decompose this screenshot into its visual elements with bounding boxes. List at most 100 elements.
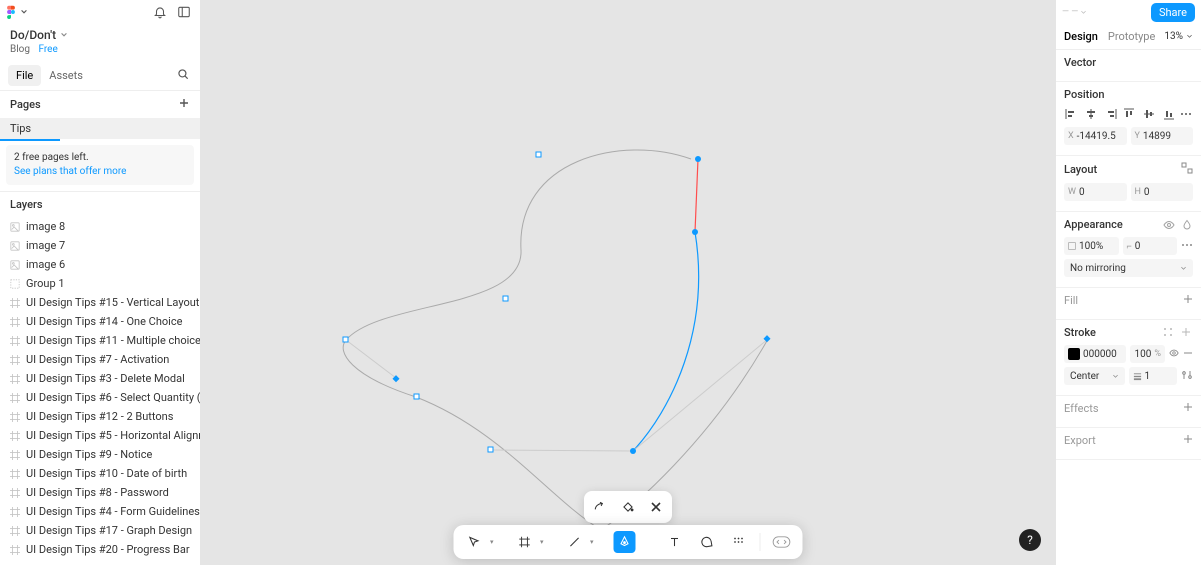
stroke-visible-icon[interactable]	[1169, 348, 1179, 361]
stroke-opacity-field[interactable]: 100%	[1130, 345, 1165, 363]
line-tool-icon[interactable]: ▾	[564, 531, 586, 553]
text-tool-icon[interactable]	[664, 531, 686, 553]
add-stroke-icon[interactable]	[1181, 327, 1193, 339]
frame-tool-icon[interactable]: ▾	[514, 531, 536, 553]
add-effect-icon[interactable]	[1183, 402, 1193, 415]
stroke-position-select[interactable]: Center	[1064, 367, 1125, 385]
layer-item[interactable]: UI Design Tips #14 - One Choice	[0, 312, 200, 331]
move-tool-icon[interactable]: ▾	[464, 531, 486, 553]
layer-item[interactable]: UI Design Tips #7 - Activation	[0, 350, 200, 369]
remove-stroke-icon[interactable]	[1183, 348, 1193, 361]
zoom-level[interactable]: 13%	[1164, 31, 1193, 42]
vector-drawing	[201, 0, 1055, 565]
figma-logo-icon[interactable]	[6, 5, 16, 19]
add-page-icon[interactable]	[178, 97, 190, 112]
dev-mode-icon[interactable]	[771, 531, 793, 553]
layer-item[interactable]: image 7	[0, 236, 200, 255]
mirroring-select[interactable]: No mirroring	[1064, 259, 1193, 277]
layer-item[interactable]: UI Design Tips #12 - 2 Buttons	[0, 407, 200, 426]
chevron-down-icon[interactable]	[20, 6, 28, 19]
stroke-style-icon[interactable]	[1163, 327, 1175, 339]
layer-item[interactable]: UI Design Tips #17 - Graph Design	[0, 521, 200, 540]
image-icon	[10, 241, 20, 251]
layer-item[interactable]: UI Design Tips #8 - Password	[0, 483, 200, 502]
layer-label: UI Design Tips #11 - Multiple choice	[26, 334, 200, 347]
layer-label: UI Design Tips #5 - Horizontal Alignment	[26, 429, 200, 442]
paint-bucket-icon[interactable]	[616, 495, 640, 519]
layer-item[interactable]: UI Design Tips #9 - Notice	[0, 445, 200, 464]
vector-edit-toolbar	[584, 491, 672, 523]
project-name[interactable]: Blog	[10, 44, 30, 55]
search-icon[interactable]	[176, 67, 190, 84]
tab-assets[interactable]: Assets	[41, 65, 91, 86]
notifications-icon[interactable]	[152, 4, 168, 20]
help-button[interactable]: ?	[1019, 529, 1041, 551]
layer-item[interactable]: UI Design Tips #20 - Progress Bar	[0, 540, 200, 559]
main-toolbar: ▾ ▾ ▾ ▾	[454, 525, 803, 559]
layer-item[interactable]: UI Design Tips #4 - Form Guidelines #2	[0, 502, 200, 521]
layer-item[interactable]: image 6	[0, 255, 200, 274]
layer-label: UI Design Tips #17 - Graph Design	[26, 524, 192, 537]
layer-label: image 8	[26, 220, 65, 233]
frame-icon	[10, 374, 20, 384]
file-title[interactable]: Do/Don't	[10, 28, 56, 42]
stroke-advanced-icon[interactable]	[1181, 369, 1193, 384]
align-top-icon[interactable]	[1122, 107, 1136, 121]
x-field[interactable]: X-14419.5	[1064, 127, 1127, 145]
layer-item[interactable]: UI Design Tips #11 - Multiple choice	[0, 331, 200, 350]
layer-item[interactable]: UI Design Tips #6 - Select Quantity (Sea…	[0, 388, 200, 407]
align-right-icon[interactable]	[1104, 107, 1118, 121]
canvas[interactable]: ▾ ▾ ▾ ▾ ?	[201, 0, 1055, 565]
tab-prototype[interactable]: Prototype	[1108, 30, 1155, 43]
page-item-tips[interactable]: Tips	[0, 118, 200, 139]
align-left-icon[interactable]	[1064, 107, 1078, 121]
layer-label: image 6	[26, 258, 65, 271]
stroke-weight-field[interactable]: 1	[1129, 367, 1177, 385]
more-icon[interactable]	[1181, 239, 1193, 254]
frame-icon	[10, 488, 20, 498]
comment-tool-icon[interactable]	[696, 531, 718, 553]
top-bar	[0, 0, 200, 24]
layer-item[interactable]: UI Design Tips #10 - Date of birth	[0, 464, 200, 483]
panel-toggle-icon[interactable]	[176, 4, 192, 20]
share-button[interactable]: Share	[1151, 3, 1195, 22]
align-bottom-icon[interactable]	[1162, 107, 1176, 121]
layer-item[interactable]: image 8	[0, 217, 200, 236]
layer-item[interactable]: Group 1	[0, 274, 200, 293]
actions-icon[interactable]	[728, 531, 750, 553]
add-export-icon[interactable]	[1183, 434, 1193, 447]
bend-tool-icon[interactable]	[588, 495, 612, 519]
position-title: Position	[1064, 88, 1193, 101]
layers-title: Layers	[0, 191, 200, 217]
user-menu[interactable]: — —	[1062, 7, 1087, 17]
visibility-icon[interactable]	[1163, 219, 1175, 231]
layer-item[interactable]: UI Design Tips #3 - Delete Modal	[0, 369, 200, 388]
radius-field[interactable]: ⌐0	[1123, 237, 1178, 255]
close-vector-edit-icon[interactable]	[644, 495, 668, 519]
align-vcenter-icon[interactable]	[1142, 107, 1156, 121]
frame-icon	[10, 336, 20, 346]
more-align-icon[interactable]	[1179, 107, 1193, 121]
y-field[interactable]: Y14899	[1131, 127, 1194, 145]
frame-icon	[10, 317, 20, 327]
chevron-down-icon[interactable]	[60, 31, 68, 39]
stroke-color-field[interactable]: 000000	[1064, 345, 1126, 363]
banner-link[interactable]: See plans that offer more	[14, 166, 126, 177]
plan-badge[interactable]: Free	[38, 44, 57, 55]
frame-icon	[10, 393, 20, 403]
frame-icon	[10, 507, 20, 517]
pen-tool-icon[interactable]: ▾	[614, 531, 636, 553]
tab-file[interactable]: File	[8, 65, 41, 86]
autolayout-icon[interactable]	[1181, 162, 1193, 177]
blend-icon[interactable]	[1181, 219, 1193, 231]
layer-item[interactable]: UI Design Tips #5 - Horizontal Alignment	[0, 426, 200, 445]
frame-icon	[10, 431, 20, 441]
w-field[interactable]: W0	[1064, 183, 1127, 201]
h-field[interactable]: H0	[1131, 183, 1194, 201]
tab-design[interactable]: Design	[1064, 30, 1098, 43]
layer-item[interactable]: UI Design Tips #15 - Vertical Layout	[0, 293, 200, 312]
layer-label: UI Design Tips #8 - Password	[26, 486, 169, 499]
opacity-field[interactable]: 100%	[1064, 237, 1119, 255]
align-hcenter-icon[interactable]	[1084, 107, 1098, 121]
add-fill-icon[interactable]	[1183, 294, 1193, 307]
